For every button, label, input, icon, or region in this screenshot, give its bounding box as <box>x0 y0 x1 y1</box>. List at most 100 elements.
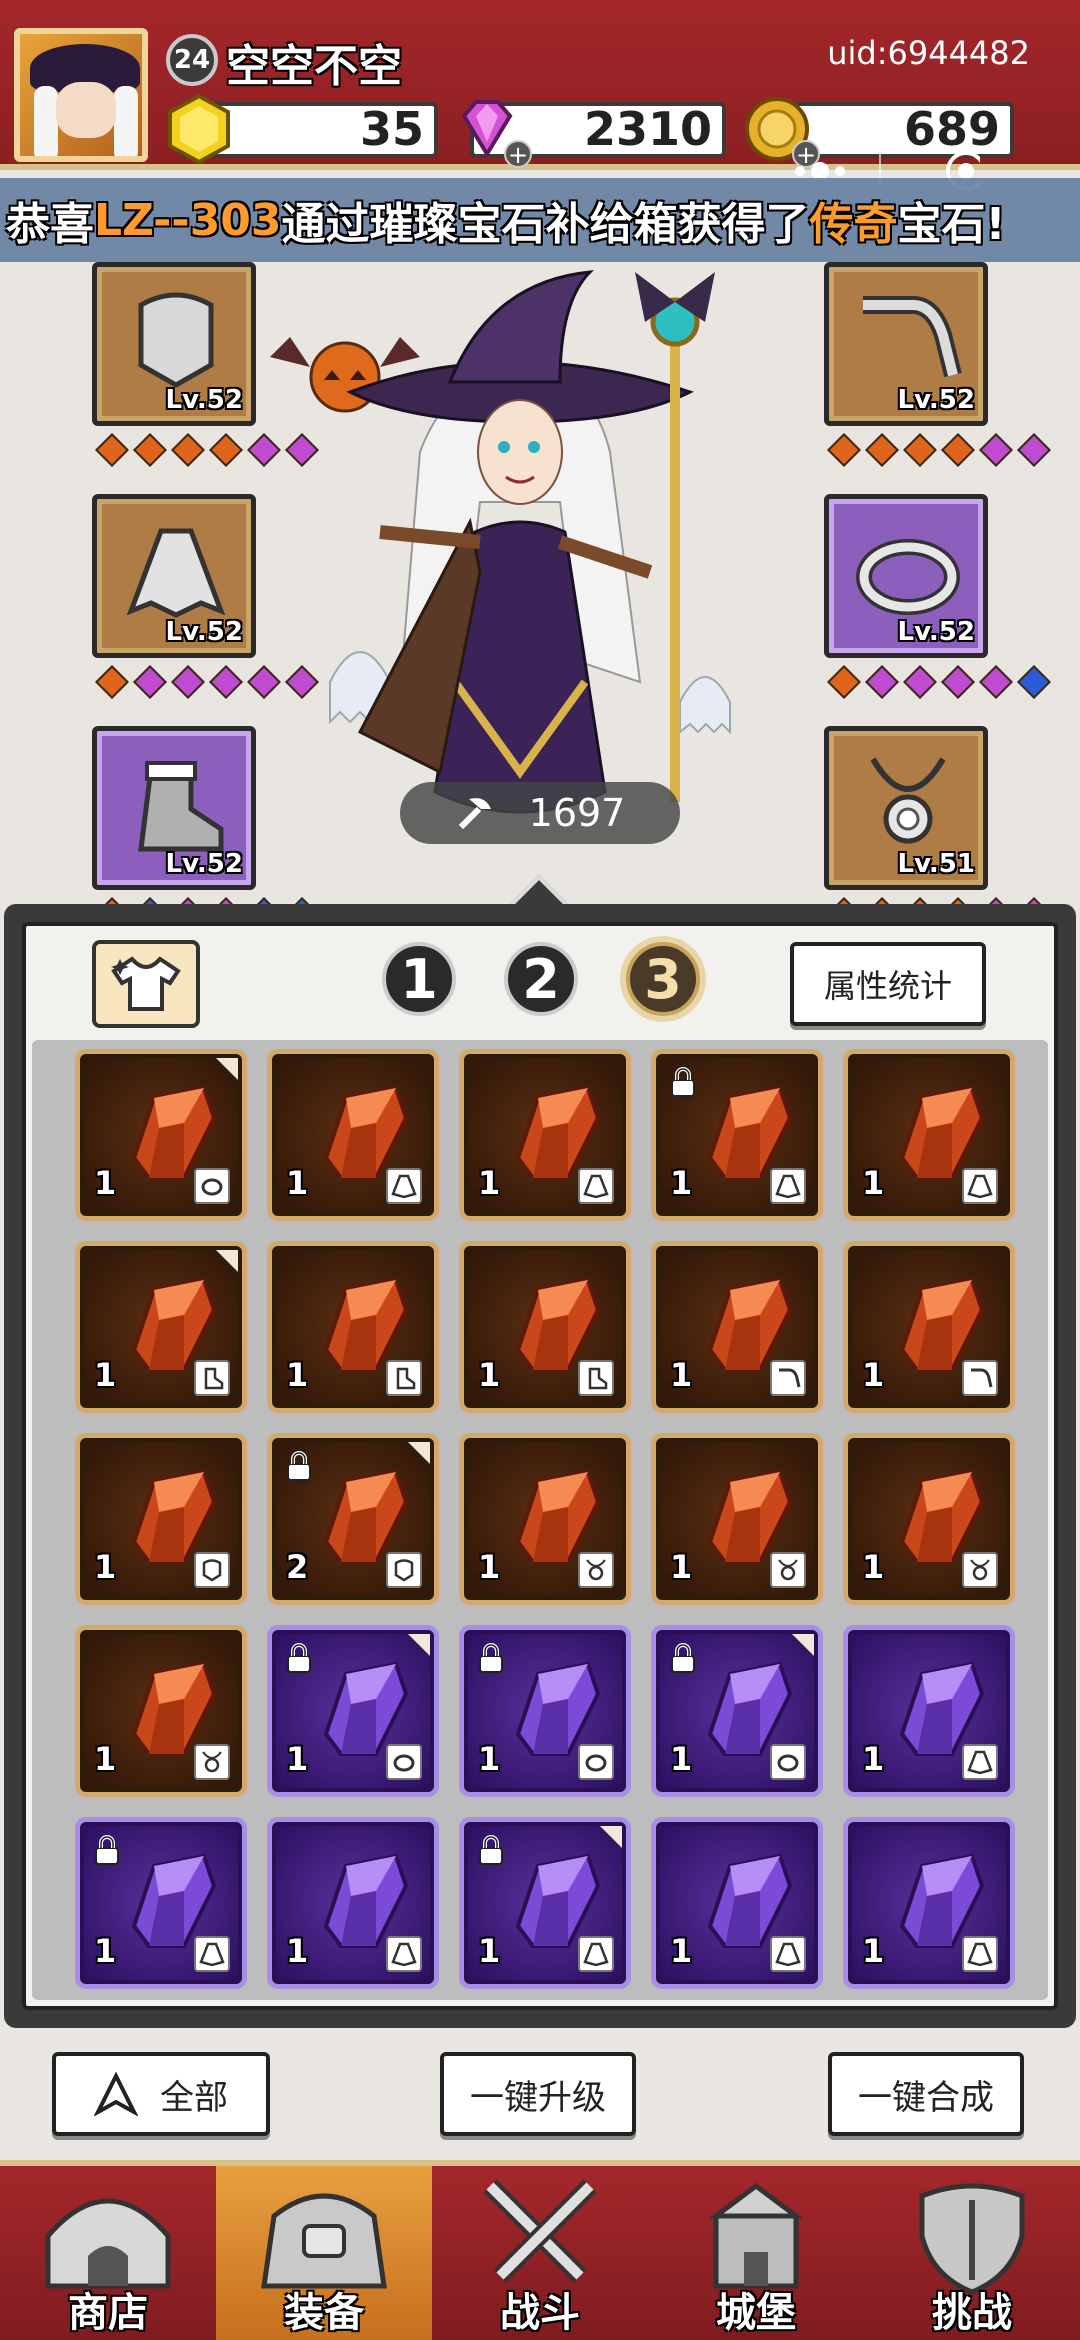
shirt-icon <box>111 956 181 1011</box>
cloak-slot-icon <box>962 1168 998 1204</box>
equip-slot-helmet[interactable]: Lv.52 <box>92 262 256 426</box>
bag-page-tab-2[interactable]: 2 <box>504 942 578 1016</box>
lock-icon <box>284 1642 314 1678</box>
gem-cell[interactable]: 1 <box>464 1246 626 1408</box>
gem-count: 1 <box>94 1548 117 1586</box>
filter-all-button[interactable]: 全部 <box>52 2052 270 2136</box>
gem-cell[interactable]: 1 <box>272 1246 434 1408</box>
equip-level: Lv.52 <box>165 617 243 647</box>
gem-cell[interactable]: 1 <box>848 1246 1010 1408</box>
gem-cell[interactable]: 1 <box>464 1054 626 1216</box>
gem-cell[interactable]: 1 <box>272 1822 434 1984</box>
swords-icon <box>483 2179 597 2283</box>
gem-count: 2 <box>286 1548 309 1586</box>
helmet-slot-icon <box>194 1552 230 1588</box>
gem-count: 1 <box>94 1740 117 1778</box>
pipe-slot-icon <box>770 1360 806 1396</box>
gem-cell[interactable]: 1 <box>80 1438 242 1600</box>
gem-cell[interactable]: 1 <box>656 1246 818 1408</box>
gem-cell[interactable]: 1 <box>80 1246 242 1408</box>
boot-slot-icon <box>578 1360 614 1396</box>
equip-slot-pipe[interactable]: Lv.52 <box>824 262 988 426</box>
gem-cell[interactable]: 1 <box>80 1822 242 1984</box>
gem-cell[interactable]: 1 <box>464 1630 626 1792</box>
nav-castle[interactable]: 城堡 <box>648 2166 864 2340</box>
gem-count: 1 <box>286 1740 309 1778</box>
gem-cell[interactable]: 1 <box>272 1630 434 1792</box>
nav-battle-label: 战斗 <box>500 2290 580 2336</box>
gem-count: 1 <box>862 1740 885 1778</box>
bag-page-tab-3[interactable]: 3 <box>626 942 700 1016</box>
equip-slot-necklace[interactable]: Lv.51 <box>824 726 988 890</box>
nav-equipment[interactable]: 装备 <box>216 2166 432 2340</box>
gem-cell[interactable]: 1 <box>848 1438 1010 1600</box>
nav-challenge-label: 挑战 <box>932 2290 1012 2336</box>
gem-cell[interactable]: 1 <box>656 1822 818 1984</box>
equip-level: Lv.52 <box>165 385 243 415</box>
cell-corner-mark <box>792 1634 814 1656</box>
gem-cell[interactable]: 1 <box>656 1438 818 1600</box>
appearance-toggle-button[interactable] <box>92 940 200 1028</box>
bottom-navigation: 商店 装备 战斗 城堡 挑战 <box>0 2160 1080 2340</box>
hammer-icon <box>458 798 491 830</box>
gem-cell[interactable]: 1 <box>80 1054 242 1216</box>
shop-icon <box>45 2198 171 2289</box>
one-click-merge-button[interactable]: 一键合成 <box>828 2052 1024 2136</box>
gem-count: 1 <box>94 1356 117 1394</box>
equip-slot-cloak[interactable]: Lv.52 <box>92 494 256 658</box>
player-avatar[interactable] <box>14 28 148 162</box>
bag-page-tab-1[interactable]: 1 <box>382 942 456 1016</box>
necklace-slot-icon <box>962 1552 998 1588</box>
cloak-slot-icon <box>578 1936 614 1972</box>
gem-count: 1 <box>286 1932 309 1970</box>
boot-slot-icon <box>386 1360 422 1396</box>
attribute-stats-button[interactable]: 属性统计 <box>790 942 986 1026</box>
helmet-gem-slots <box>95 433 319 467</box>
gem-count: 1 <box>862 1164 885 1202</box>
filter-all-label: 全部 <box>160 2077 228 2118</box>
gem-count: 1 <box>670 1932 693 1970</box>
shield-icon <box>919 2183 1025 2295</box>
gem-cell[interactable]: 1 <box>848 1630 1010 1792</box>
gem-cell[interactable]: 1 <box>272 1054 434 1216</box>
ring-slot-icon <box>770 1744 806 1780</box>
gem-count: 1 <box>670 1356 693 1394</box>
gem-count: 1 <box>478 1740 501 1778</box>
gem-count: 1 <box>286 1164 309 1202</box>
gem-count: 1 <box>286 1356 309 1394</box>
cell-corner-mark <box>216 1250 238 1272</box>
nav-challenge[interactable]: 挑战 <box>864 2166 1080 2340</box>
cloak-slot-icon <box>962 1744 998 1780</box>
lock-icon <box>284 1450 314 1486</box>
banner-rarity: 传奇 <box>809 199 898 250</box>
gem-cell[interactable]: 1 <box>848 1054 1010 1216</box>
gem-count: 1 <box>670 1164 693 1202</box>
combat-power-value: 1697 <box>528 791 626 835</box>
cloak-slot-icon <box>962 1936 998 1972</box>
nav-battle[interactable]: 战斗 <box>432 2166 648 2340</box>
equip-level: Lv.52 <box>897 385 975 415</box>
add-diamond-button[interactable]: + <box>504 140 532 168</box>
gem-cell[interactable]: 1 <box>848 1822 1010 1984</box>
broadcast-banner: 恭喜 LZ--303 通过璀璨宝石补给箱获得了 传奇 宝石! <box>0 178 1080 262</box>
gem-cell[interactable]: 2 <box>272 1438 434 1600</box>
cloak-icon <box>126 528 226 618</box>
one-click-upgrade-button[interactable]: 一键升级 <box>440 2052 636 2136</box>
gem-cell[interactable]: 1 <box>464 1822 626 1984</box>
equip-slot-boots[interactable]: Lv.52 <box>92 726 256 890</box>
lock-icon <box>668 1066 698 1102</box>
lock-icon <box>92 1834 122 1870</box>
equip-slot-ring[interactable]: Lv.52 <box>824 494 988 658</box>
gem-cell[interactable]: 1 <box>656 1054 818 1216</box>
nav-shop[interactable]: 商店 <box>0 2166 216 2340</box>
lock-icon <box>476 1834 506 1870</box>
cloak-slot-icon <box>386 1168 422 1204</box>
player-name: 空空不空 <box>226 41 402 92</box>
ring-gem-slots <box>827 665 1051 699</box>
gold-gem-icon <box>168 93 230 165</box>
gem-cell[interactable]: 1 <box>80 1630 242 1792</box>
gem-cell[interactable]: 1 <box>656 1630 818 1792</box>
gem-cell[interactable]: 1 <box>464 1438 626 1600</box>
bag-icon <box>261 2193 387 2289</box>
cloak-slot-icon <box>194 1936 230 1972</box>
